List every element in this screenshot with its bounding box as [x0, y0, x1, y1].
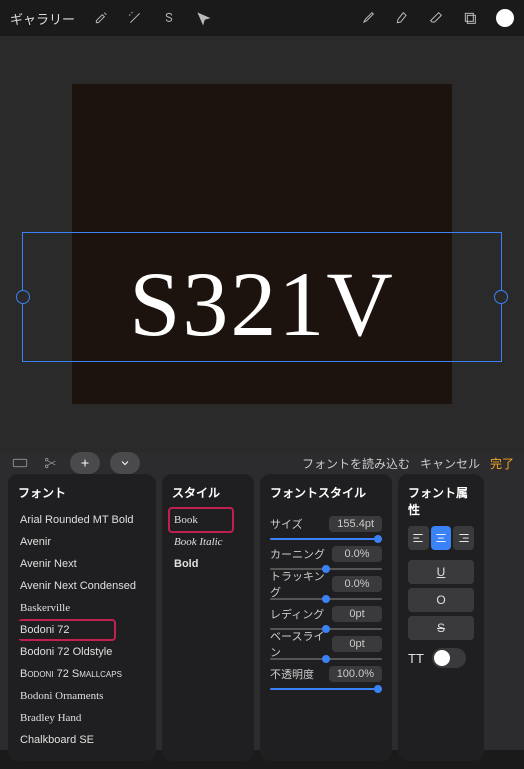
font-style-slider[interactable] [270, 688, 382, 690]
smudge-icon[interactable] [394, 10, 410, 26]
attrs-header: フォント属性 [408, 484, 474, 518]
style-item[interactable]: Book Italic [172, 531, 244, 553]
font-list-panel: フォント Arial Rounded MT BoldAvenirAvenir N… [8, 474, 156, 761]
strike-button[interactable]: S [408, 616, 474, 640]
eraser-icon[interactable] [428, 10, 444, 26]
cursor-icon[interactable] [195, 10, 211, 26]
dropdown-pill-button[interactable] [110, 452, 140, 474]
font-item[interactable]: Bodoni 72 Oldstyle [18, 641, 146, 663]
font-style-value[interactable]: 155.4pt [329, 516, 382, 532]
font-style-value[interactable]: 0.0% [332, 546, 382, 562]
canvas-text: S321V [23, 251, 501, 357]
font-style-panel: フォントスタイル サイズ155.4ptカーニング0.0%トラッキング0.0%レデ… [260, 474, 392, 761]
font-item[interactable]: Bodoni Ornaments [18, 685, 146, 707]
style-list-panel: スタイル BookBook ItalicBold [162, 474, 254, 761]
font-style-row: サイズ 155.4pt [270, 509, 382, 539]
font-item[interactable]: Baskerville [18, 597, 146, 619]
tt-label: TT [408, 651, 424, 666]
font-item[interactable]: Avenir Next Condensed [18, 575, 146, 597]
done-button[interactable]: 完了 [490, 455, 514, 472]
font-style-value[interactable]: 0pt [332, 636, 382, 652]
underline-button[interactable]: U [408, 560, 474, 584]
align-right-button[interactable] [453, 526, 474, 550]
cancel-button[interactable]: キャンセル [420, 455, 480, 472]
style-item[interactable]: Bold [172, 553, 244, 575]
tt-toggle[interactable] [432, 648, 466, 668]
font-item[interactable]: Avenir Next [18, 553, 146, 575]
font-item[interactable]: Bodoni 72 Smallcaps [18, 663, 146, 685]
canvas-area[interactable]: S321V [0, 36, 524, 452]
font-item[interactable]: Chalkboard SE [18, 729, 146, 751]
style-item[interactable]: Book [172, 509, 244, 531]
gallery-button[interactable]: ギャラリー [10, 9, 75, 28]
scissors-icon[interactable] [40, 453, 60, 473]
font-item[interactable]: Bodoni 72 [18, 619, 146, 641]
font-style-label: カーニング [270, 546, 325, 562]
font-style-value[interactable]: 0pt [332, 606, 382, 622]
outline-button[interactable]: O [408, 588, 474, 612]
font-item[interactable]: Arial Rounded MT Bold [18, 509, 146, 531]
font-style-label: レディング [270, 606, 324, 622]
fonts-header: フォント [18, 484, 146, 501]
align-left-button[interactable] [408, 526, 429, 550]
wrench-icon[interactable] [93, 10, 109, 26]
styles-header: スタイル [172, 484, 244, 501]
s-tool-icon[interactable] [161, 10, 177, 26]
font-style-header: フォントスタイル [270, 484, 382, 501]
font-style-row: トラッキング0.0% [270, 569, 382, 599]
font-style-row: 不透明度 100.0% [270, 659, 382, 689]
font-style-value[interactable]: 0.0% [332, 576, 382, 592]
font-style-label: 不透明度 [270, 666, 314, 682]
font-item[interactable]: Bradley Hand [18, 707, 146, 729]
keyboard-icon[interactable] [10, 453, 30, 473]
layers-icon[interactable] [462, 10, 478, 26]
font-style-value[interactable]: 100.0% [329, 666, 382, 682]
add-pill-button[interactable] [70, 452, 100, 474]
color-dot[interactable] [496, 9, 514, 27]
import-font-button[interactable]: フォントを読み込む [302, 455, 410, 472]
font-style-row: レディング 0pt [270, 599, 382, 629]
brush-icon[interactable] [360, 10, 376, 26]
align-center-button[interactable] [431, 526, 452, 550]
font-style-label: サイズ [270, 516, 303, 532]
font-style-row: ベースライン0pt [270, 629, 382, 659]
text-bounding-box[interactable]: S321V [22, 232, 502, 362]
wand-icon[interactable] [127, 10, 143, 26]
font-attrs-panel: フォント属性 U O S TT [398, 474, 484, 761]
font-style-row: カーニング 0.0% [270, 539, 382, 569]
font-item[interactable]: Avenir [18, 531, 146, 553]
